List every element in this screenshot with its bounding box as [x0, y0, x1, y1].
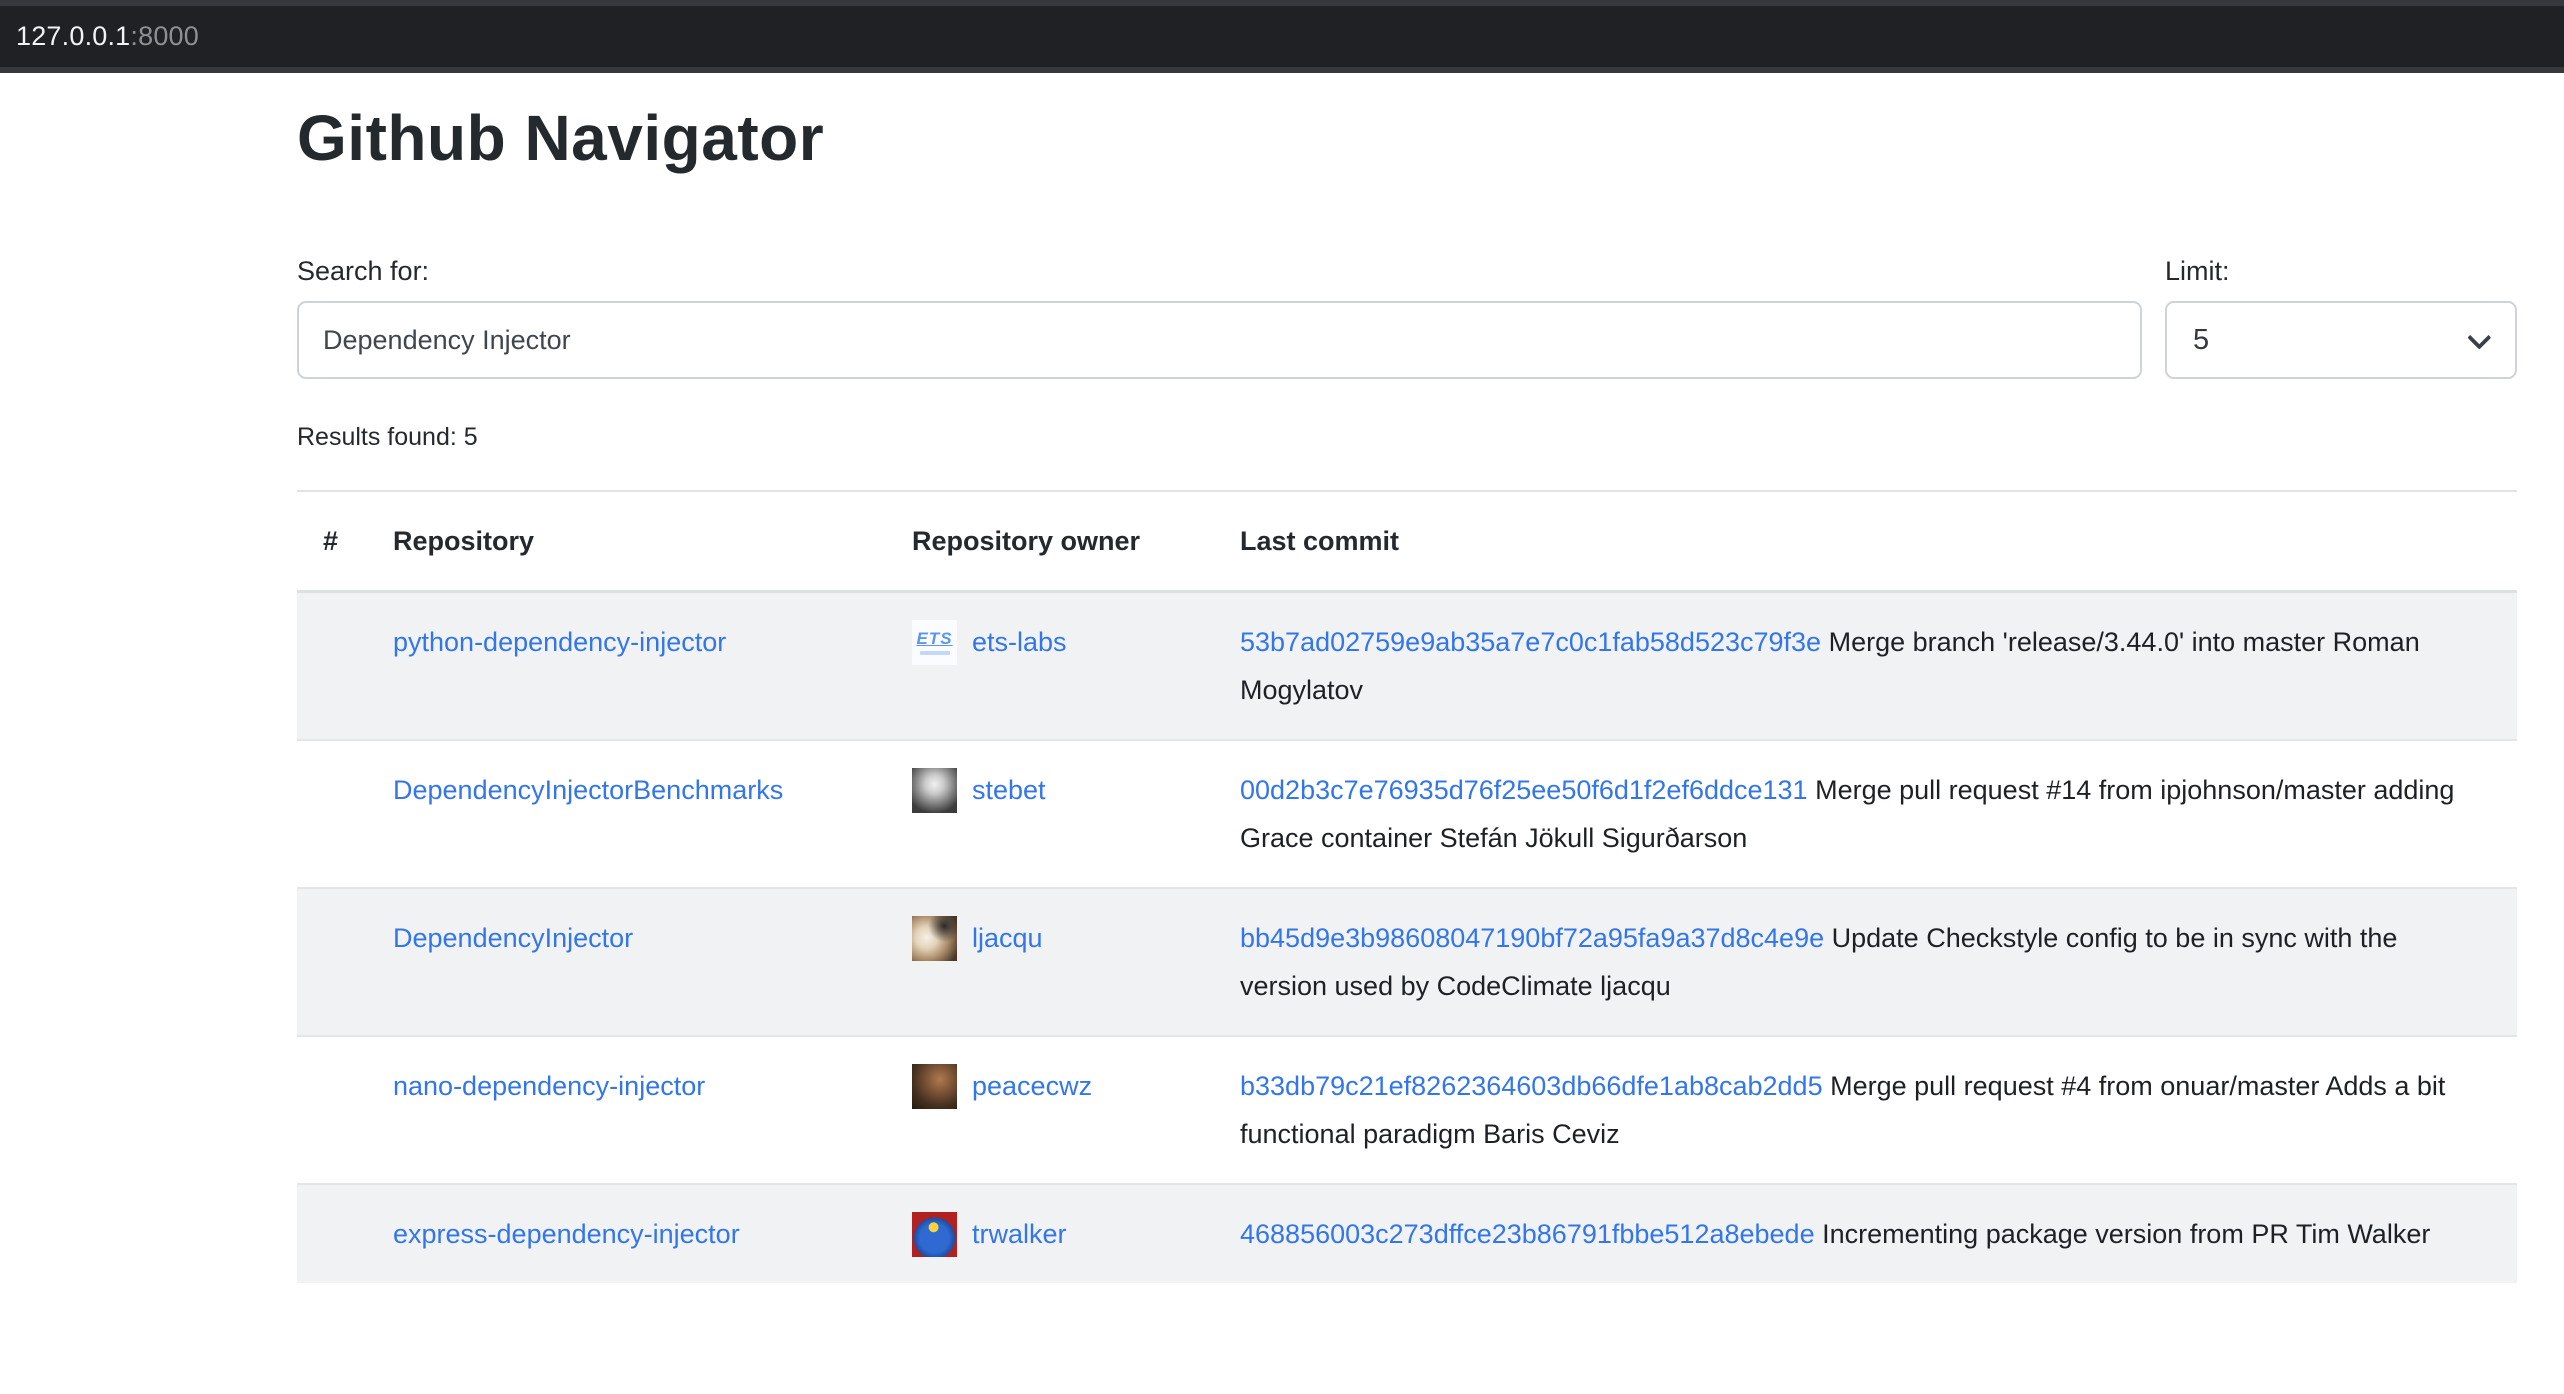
- owner-link[interactable]: trwalker: [972, 1210, 1067, 1258]
- stebet-portrait-avatar: [912, 768, 957, 813]
- column-header-owner: Repository owner: [886, 491, 1214, 592]
- url-port: :8000: [130, 21, 199, 51]
- search-input[interactable]: [297, 301, 2142, 379]
- table-row: nano-dependency-injector peacecwz b33db7…: [297, 1036, 2517, 1184]
- repo-link[interactable]: DependencyInjector: [393, 923, 633, 953]
- ets-labs-logo-avatar: ETS: [912, 620, 957, 665]
- commit-hash-link[interactable]: bb45d9e3b98608047190bf72a95fa9a37d8c4e9e: [1240, 923, 1824, 953]
- page-content: Github Navigator Search for: Limit: 5 Re…: [0, 105, 2564, 1283]
- table-row: express-dependency-injector trwalker 468…: [297, 1184, 2517, 1283]
- repo-link[interactable]: DependencyInjectorBenchmarks: [393, 775, 783, 805]
- table-row: python-dependency-injector ETS ets-labs …: [297, 592, 2517, 741]
- row-number: [297, 1036, 367, 1184]
- owner-link[interactable]: ljacqu: [972, 914, 1043, 962]
- url-text[interactable]: 127.0.0.1:8000: [16, 21, 199, 52]
- commit-hash-link[interactable]: 53b7ad02759e9ab35a7e7c0c1fab58d523c79f3e: [1240, 627, 1821, 657]
- row-number: [297, 592, 367, 741]
- ljacqu-cat-avatar: [912, 916, 957, 961]
- limit-selected-value: 5: [2193, 324, 2209, 357]
- results-count: Results found: 5: [297, 423, 2517, 452]
- results-table: # Repository Repository owner Last commi…: [297, 490, 2517, 1283]
- search-form: Search for: Limit: 5: [297, 256, 2517, 379]
- row-number: [297, 740, 367, 888]
- commit-message: Incrementing package version from PR Tim…: [1822, 1219, 2430, 1249]
- column-header-num: #: [297, 491, 367, 592]
- repo-link[interactable]: python-dependency-injector: [393, 627, 726, 657]
- limit-select[interactable]: 5: [2165, 301, 2517, 379]
- repo-link[interactable]: nano-dependency-injector: [393, 1071, 705, 1101]
- column-header-last-commit: Last commit: [1214, 491, 2517, 592]
- trwalker-lego-avatar: [912, 1212, 957, 1257]
- owner-link[interactable]: peacecwz: [972, 1062, 1092, 1110]
- url-host: 127.0.0.1: [16, 21, 130, 51]
- row-number: [297, 1184, 367, 1283]
- page-title: Github Navigator: [297, 105, 2517, 172]
- owner-link[interactable]: stebet: [972, 766, 1046, 814]
- chevron-down-icon: [2467, 325, 2491, 349]
- table-row: DependencyInjector ljacqu bb45d9e3b98608…: [297, 888, 2517, 1036]
- browser-address-bar[interactable]: 127.0.0.1:8000: [0, 0, 2564, 73]
- search-label: Search for:: [297, 256, 2142, 287]
- column-header-repository: Repository: [367, 491, 886, 592]
- repo-link[interactable]: express-dependency-injector: [393, 1219, 740, 1249]
- row-number: [297, 888, 367, 1036]
- commit-hash-link[interactable]: b33db79c21ef8262364603db66dfe1ab8cab2dd5: [1240, 1071, 1823, 1101]
- table-row: DependencyInjectorBenchmarks stebet 00d2…: [297, 740, 2517, 888]
- peacecwz-portrait-avatar: [912, 1064, 957, 1109]
- owner-link[interactable]: ets-labs: [972, 618, 1067, 666]
- commit-hash-link[interactable]: 00d2b3c7e76935d76f25ee50f6d1f2ef6ddce131: [1240, 775, 1808, 805]
- limit-label: Limit:: [2165, 256, 2517, 287]
- commit-hash-link[interactable]: 468856003c273dffce23b86791fbbe512a8ebede: [1240, 1219, 1815, 1249]
- table-header-row: # Repository Repository owner Last commi…: [297, 491, 2517, 592]
